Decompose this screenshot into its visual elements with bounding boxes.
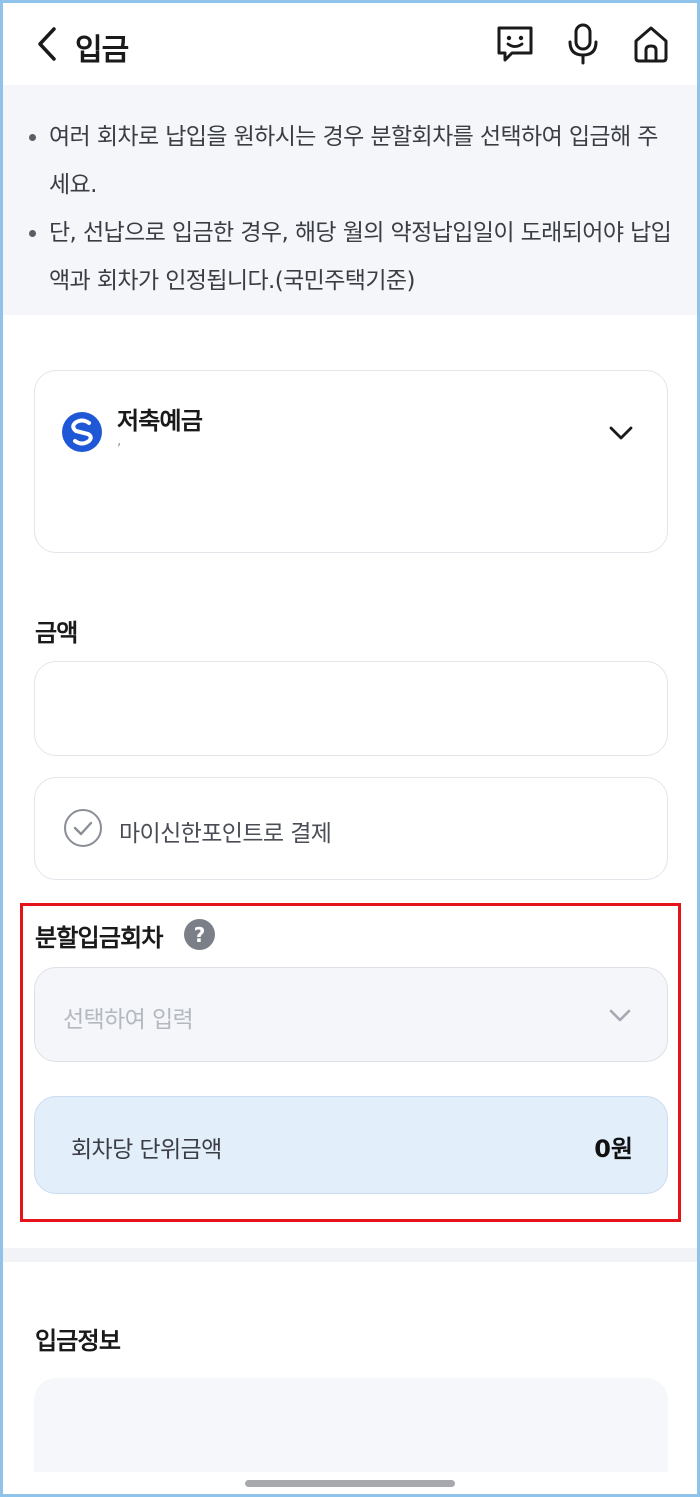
home-indicator[interactable] [245, 1480, 455, 1487]
notice-box: 여러 회차로 납입을 원하시는 경우 분할회차를 선택하여 입금해 주세요. 단… [3, 85, 697, 315]
home-button[interactable] [629, 21, 673, 67]
installment-label: 분할입금회차 [35, 924, 163, 952]
amount-input[interactable] [35, 662, 667, 755]
notice-item: 여러 회차로 납입을 원하시는 경우 분할회차를 선택하여 입금해 주세요. [25, 113, 673, 209]
point-payment-label: 마이신한포인트로 결제 [119, 821, 332, 847]
unit-amount-label: 회차당 단위금액 [71, 1137, 222, 1163]
bank-logo-icon [62, 412, 102, 452]
amount-field[interactable] [34, 661, 668, 756]
installment-placeholder: 선택하여 입력 [63, 1007, 194, 1033]
section-divider [3, 1248, 697, 1262]
unit-amount-value: 0원 [594, 1135, 633, 1163]
voice-button[interactable] [561, 21, 605, 67]
unit-amount-box: 회차당 단위금액 0원 [34, 1096, 668, 1194]
page-title: 입금 [75, 33, 129, 68]
back-icon [38, 27, 56, 61]
installment-select[interactable]: 선택하여 입력 [34, 967, 668, 1062]
help-icon[interactable]: ? [184, 919, 215, 950]
account-selector[interactable]: 저축예금 , [34, 370, 668, 553]
amount-label: 금액 [35, 619, 78, 647]
chevron-down-icon [609, 426, 633, 440]
chatbot-button[interactable] [493, 21, 537, 67]
chevron-down-icon [609, 1009, 631, 1022]
mic-icon [568, 23, 598, 65]
notice-item: 단, 선납으로 입금한 경우, 해당 월의 약정납입일이 도래되어야 납입액과 … [25, 209, 673, 305]
home-icon [634, 26, 668, 63]
check-circle-icon [64, 809, 102, 847]
back-button[interactable] [27, 23, 67, 65]
deposit-info-label: 입금정보 [35, 1327, 121, 1355]
deposit-info-card [34, 1378, 668, 1478]
point-payment-option[interactable]: 마이신한포인트로 결제 [34, 777, 668, 880]
top-header: 입금 [3, 3, 697, 85]
chatbot-icon [497, 26, 533, 62]
account-name: 저축예금 [117, 407, 203, 435]
account-number: , [117, 433, 122, 449]
